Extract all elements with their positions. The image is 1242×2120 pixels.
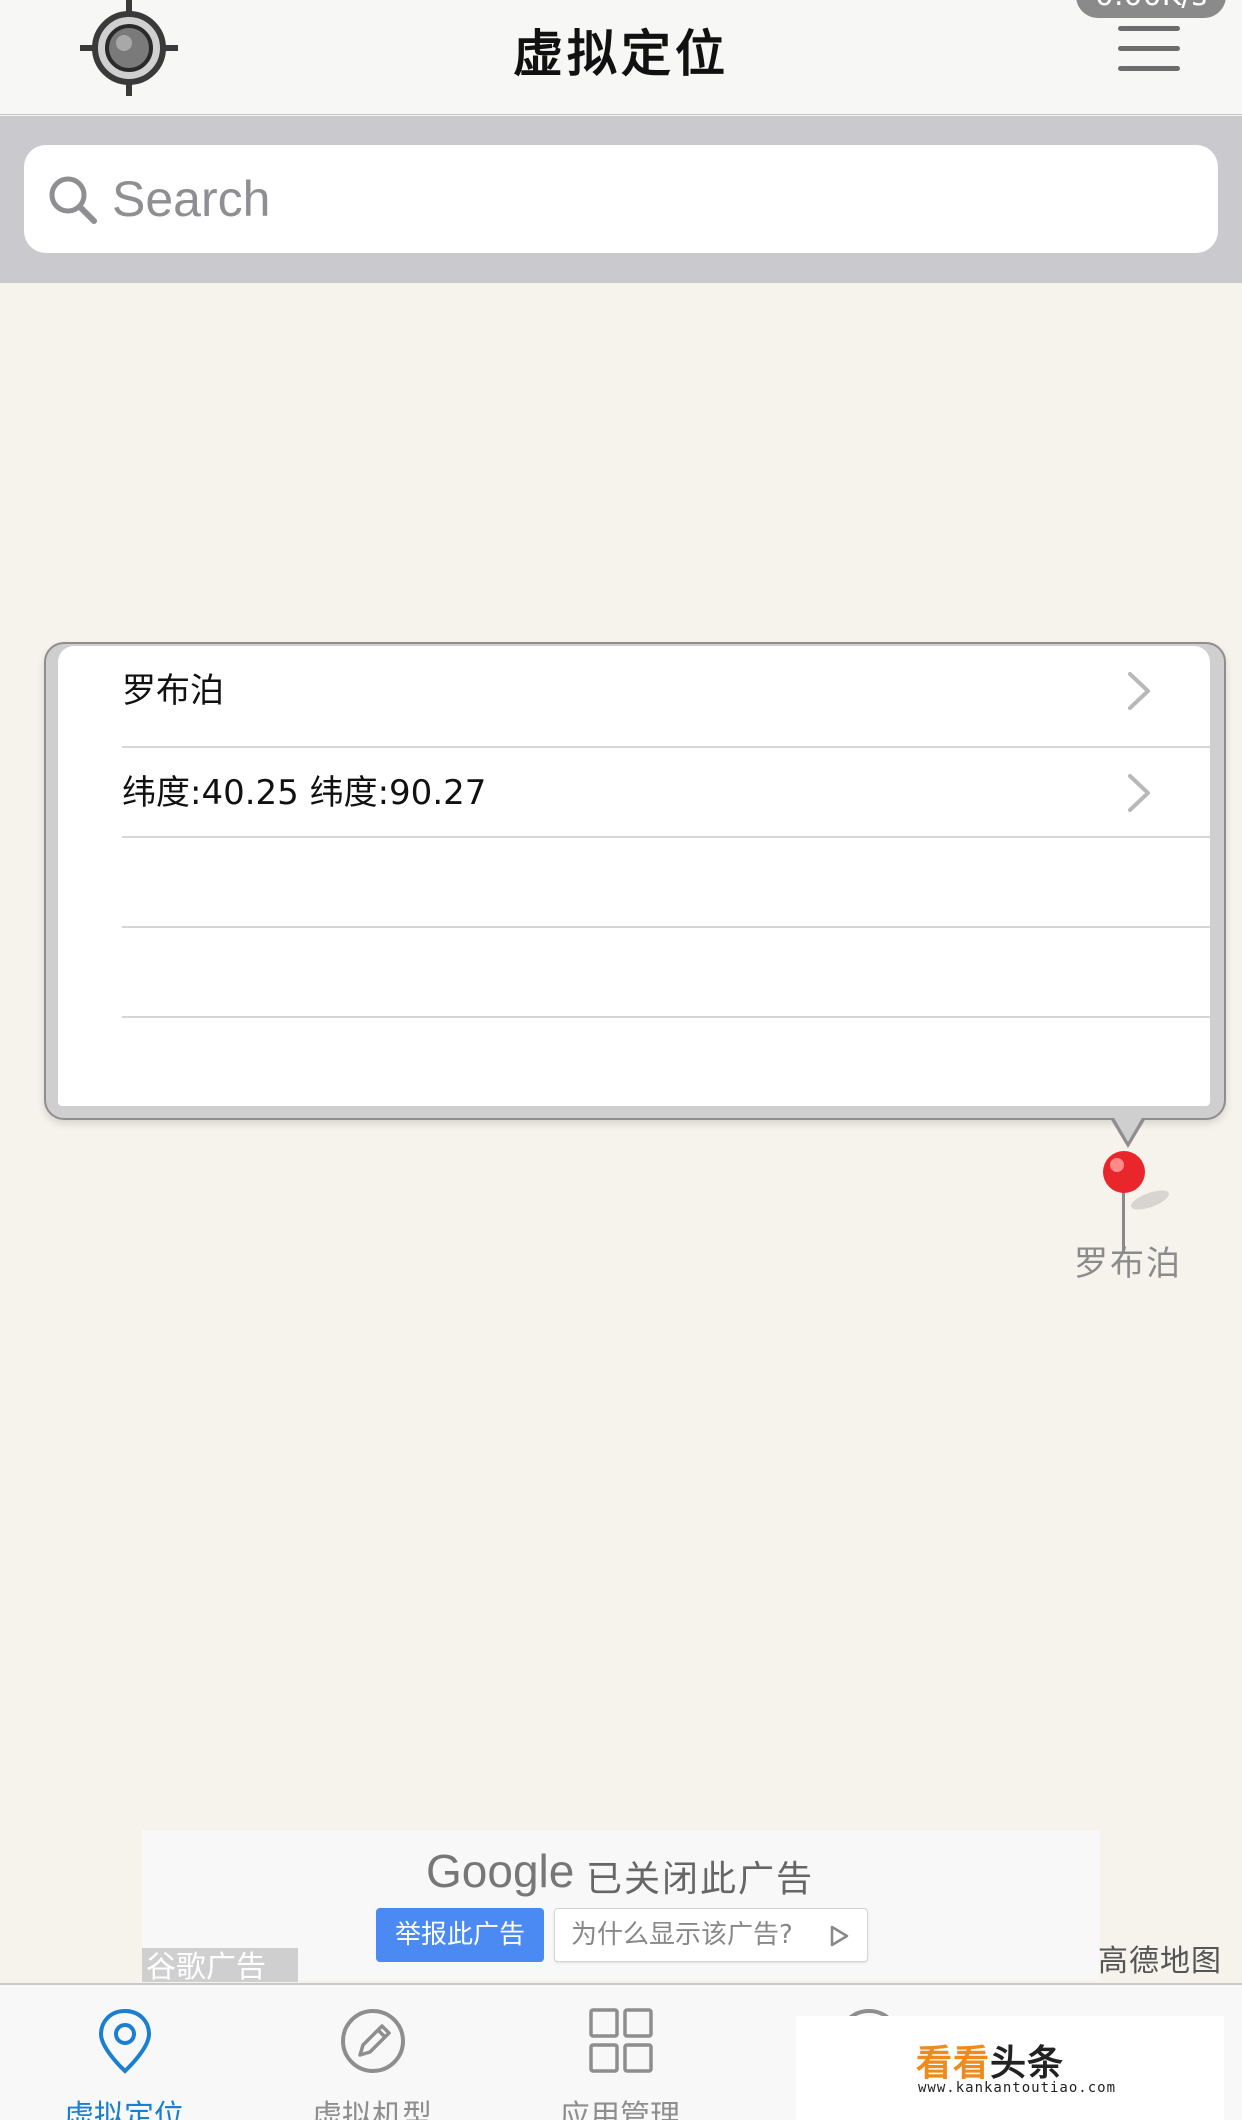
search-icon [49, 176, 97, 224]
divider [122, 926, 1210, 928]
divider [122, 1016, 1210, 1018]
tab-label: 虚拟定位 [64, 2099, 184, 2120]
play-triangle-icon [830, 1925, 849, 1947]
callout-row-label: 罗布泊 [122, 671, 224, 711]
watermark-logo: 看看头条 www.kankantoutiao.com [796, 2016, 1224, 2120]
map-attribution: 高德地图 [1098, 1944, 1222, 1979]
tab-label: 应用管理 [560, 2099, 680, 2120]
watermark-url: www.kankantoutiao.com [918, 2080, 1117, 2096]
ad-tag: 谷歌广告 [142, 1948, 298, 1982]
why-this-ad-button[interactable]: 为什么显示该广告? [554, 1908, 868, 1962]
why-this-ad-label: 为什么显示该广告? [571, 1920, 793, 1950]
map-place-label: 罗布泊 [1074, 1244, 1182, 1284]
chevron-right-icon [1128, 672, 1150, 710]
map-view[interactable] [0, 283, 1242, 1983]
ad-banner: Google 已关闭此广告 举报此广告 为什么显示该广告? 谷歌广告 [142, 1830, 1100, 1982]
location-pin-icon [98, 2008, 152, 2074]
search-input[interactable] [112, 163, 1192, 235]
divider [122, 836, 1210, 838]
report-ad-button[interactable]: 举报此广告 [376, 1908, 544, 1962]
callout-list: 罗布泊 纬度:40.25 纬度:90.27 [58, 646, 1210, 1106]
tab-app-management[interactable]: 应用管理 [520, 1985, 720, 2120]
network-speed-badge: 0.00K/s [1076, 0, 1226, 18]
tab-virtual-location[interactable]: 虚拟定位 [24, 1985, 224, 2120]
grid-icon [589, 2008, 653, 2073]
callout-row-label: 纬度:40.25 纬度:90.27 [122, 773, 487, 813]
location-callout: 罗布泊 纬度:40.25 纬度:90.27 [44, 642, 1226, 1120]
search-field[interactable] [24, 145, 1218, 253]
page-title: 虚拟定位 [513, 25, 729, 83]
navigation-bar: 虚拟定位 0.00K/s [0, 0, 1242, 115]
tab-label: 虚拟机型 [312, 2099, 432, 2120]
google-logo: Google [426, 1845, 575, 1897]
chevron-right-icon [1128, 774, 1150, 812]
callout-row-place[interactable]: 罗布泊 [58, 646, 1210, 736]
tab-virtual-device[interactable]: 虚拟机型 [272, 1985, 472, 2120]
callout-pointer-inner [1113, 1116, 1143, 1142]
pencil-circle-icon [341, 2009, 405, 2073]
search-bar-container [0, 116, 1242, 283]
watermark-text: 看看头条 [916, 2043, 1065, 2084]
ad-closed-text: 已关闭此广告 [586, 1859, 815, 1900]
callout-row-coordinates[interactable]: 纬度:40.25 纬度:90.27 [58, 748, 1210, 838]
hamburger-menu-icon[interactable] [1118, 24, 1184, 74]
